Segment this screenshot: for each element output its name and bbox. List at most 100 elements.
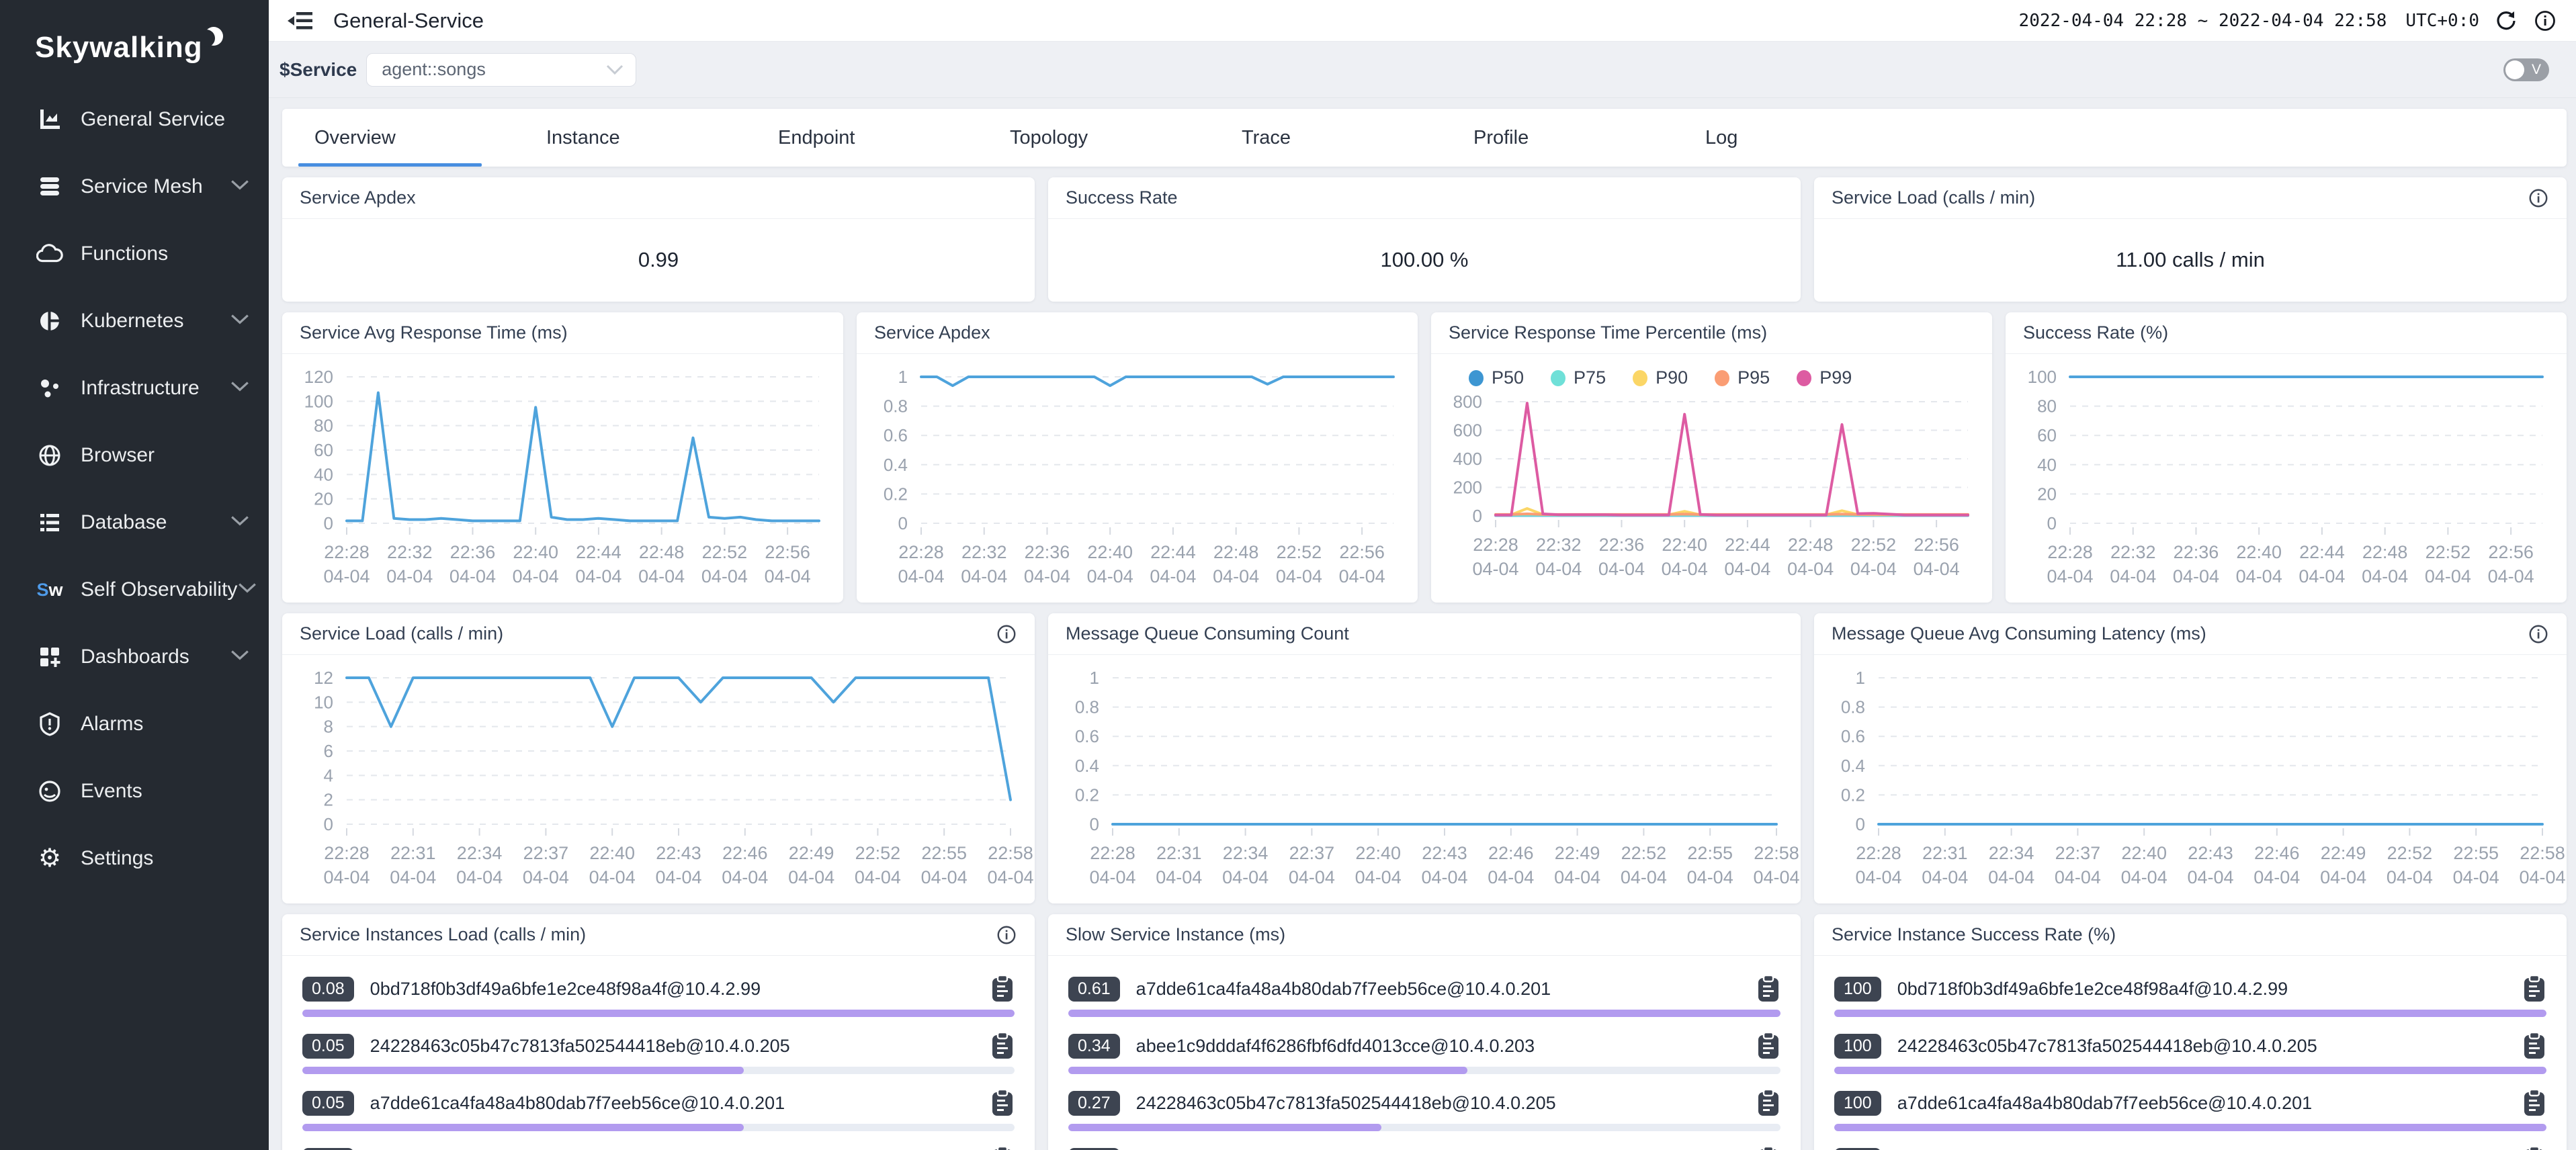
value-badge: 0.27 bbox=[1068, 1091, 1120, 1116]
info-icon[interactable] bbox=[2533, 9, 2557, 33]
svg-text:22:44: 22:44 bbox=[2299, 542, 2345, 562]
svg-text:22:55: 22:55 bbox=[921, 843, 967, 863]
sidebar-item-self-observability[interactable]: SwSelf Observability bbox=[0, 556, 269, 623]
clipboard-icon[interactable] bbox=[990, 974, 1015, 1004]
svg-text:800: 800 bbox=[1453, 392, 1482, 412]
clipboard-icon[interactable] bbox=[990, 1145, 1015, 1150]
legend-entry-p95[interactable]: P95 bbox=[1715, 367, 1770, 388]
sidebar-item-infrastructure[interactable]: Infrastructure bbox=[0, 355, 269, 422]
svg-text:04-04: 04-04 bbox=[2110, 566, 2156, 586]
sidebar-item-label: Service Mesh bbox=[81, 175, 230, 198]
chart-card-message-queue-avg-consuming-latency-ms: Message Queue Avg Consuming Latency (ms)… bbox=[1814, 613, 2567, 903]
clipboard-icon[interactable] bbox=[1756, 1031, 1780, 1061]
clipboard-icon[interactable] bbox=[990, 1088, 1015, 1118]
info-icon[interactable] bbox=[996, 924, 1017, 946]
svg-text:22:58: 22:58 bbox=[988, 843, 1033, 863]
legend-entry-p75[interactable]: P75 bbox=[1551, 367, 1606, 388]
sidebar-item-database[interactable]: Database bbox=[0, 489, 269, 556]
legend-entry-p90[interactable]: P90 bbox=[1633, 367, 1688, 388]
list-item: 100 24228463c05b47c7813fa502544418eb@10.… bbox=[1834, 1032, 2546, 1074]
card-header: Service Load (calls / min) bbox=[1814, 177, 2567, 219]
svg-text:04-04: 04-04 bbox=[921, 867, 968, 887]
card-header: Service Instance Success Rate (%) bbox=[1814, 914, 2567, 956]
card-title: Service Instances Load (calls / min) bbox=[300, 924, 586, 945]
svg-text:22:46: 22:46 bbox=[2254, 843, 2300, 863]
svg-text:40: 40 bbox=[2037, 455, 2057, 475]
sidebar-item-dashboards[interactable]: Dashboards bbox=[0, 623, 269, 691]
svg-text:1: 1 bbox=[898, 367, 908, 387]
clipboard-icon[interactable] bbox=[2522, 1088, 2546, 1118]
tab-endpoint[interactable]: Endpoint bbox=[746, 109, 978, 167]
tab-profile[interactable]: Profile bbox=[1441, 109, 1673, 167]
svg-text:200: 200 bbox=[1453, 478, 1482, 498]
list-item: 100 0bd718f0b3df49a6bfe1e2ce48f98a4f@10.… bbox=[1834, 975, 2546, 1017]
clipboard-icon[interactable] bbox=[2522, 1031, 2546, 1061]
card-header: Message Queue Consuming Count bbox=[1048, 613, 1801, 655]
line-chart: 02040608010012022:2804-0422:3204-0422:36… bbox=[282, 354, 843, 601]
svg-text:04-04: 04-04 bbox=[2253, 867, 2300, 887]
card-title: Service Avg Response Time (ms) bbox=[300, 322, 568, 343]
value-badge: 0.61 bbox=[1068, 977, 1120, 1002]
svg-text:22:37: 22:37 bbox=[1289, 843, 1335, 863]
svg-text:22:58: 22:58 bbox=[1754, 843, 1799, 863]
chart-card-service-load-calls-min: Service Load (calls / min) 02468101222:2… bbox=[282, 613, 1035, 903]
tab-log[interactable]: Log bbox=[1673, 109, 1905, 167]
list-item: 0.08 0bd718f0b3df49a6bfe1e2ce48f98a4f@10… bbox=[302, 975, 1015, 1017]
clipboard-icon[interactable] bbox=[2522, 974, 2546, 1004]
chevron-down-icon bbox=[230, 377, 250, 400]
svg-text:04-04: 04-04 bbox=[2121, 867, 2167, 887]
legend-entry-p99[interactable]: P99 bbox=[1797, 367, 1852, 388]
sidebar-item-service-mesh[interactable]: Service Mesh bbox=[0, 153, 269, 220]
list-item: 0.01 0bd718f0b3df49a6bfe1e2ce48f98a4f@10… bbox=[1068, 1146, 1780, 1150]
list-item: 0.05 24228463c05b47c7813fa502544418eb@10… bbox=[302, 1032, 1015, 1074]
refresh-icon[interactable] bbox=[2494, 9, 2518, 33]
sidebar-menu: General Service Service Mesh Functions Kube… bbox=[0, 86, 269, 892]
svg-text:04-04: 04-04 bbox=[1914, 559, 1960, 579]
svg-text:22:32: 22:32 bbox=[387, 542, 433, 562]
legend-label: P75 bbox=[1574, 367, 1606, 388]
sidebar-item-functions[interactable]: Functions bbox=[0, 220, 269, 288]
clipboard-icon[interactable] bbox=[1756, 974, 1780, 1004]
value-badge: 100 bbox=[1834, 1034, 1881, 1059]
list-item: 100 abee1c9dddaf4f6286fbf6dfd4013cce@10.… bbox=[1834, 1146, 2546, 1150]
info-icon[interactable] bbox=[2528, 187, 2549, 209]
sidebar-item-label: Kubernetes bbox=[81, 310, 230, 333]
tab-instance[interactable]: Instance bbox=[514, 109, 746, 167]
svg-text:100: 100 bbox=[2028, 367, 2057, 387]
service-select[interactable]: agent::songs bbox=[366, 53, 636, 87]
tab-trace[interactable]: Trace bbox=[1209, 109, 1441, 167]
chart-card-service-avg-response-time-ms: Service Avg Response Time (ms) 020406080… bbox=[282, 312, 843, 603]
sidebar-item-browser[interactable]: Browser bbox=[0, 422, 269, 489]
line-chart: 00.20.40.60.8122:2804-0422:3104-0422:340… bbox=[1814, 655, 2567, 902]
sidebar-item-settings[interactable]: ⚙Settings bbox=[0, 825, 269, 892]
clipboard-icon[interactable] bbox=[1756, 1145, 1780, 1150]
sidebar-item-events[interactable]: Events bbox=[0, 758, 269, 825]
tab-overview[interactable]: Overview bbox=[282, 109, 514, 167]
card-header: Service Load (calls / min) bbox=[282, 613, 1035, 655]
svg-text:04-04: 04-04 bbox=[1087, 566, 1133, 586]
svg-text:04-04: 04-04 bbox=[2055, 867, 2101, 887]
svg-text:6: 6 bbox=[324, 741, 333, 761]
svg-text:22:28: 22:28 bbox=[1856, 843, 1901, 863]
legend-entry-p50[interactable]: P50 bbox=[1469, 367, 1524, 388]
clipboard-icon[interactable] bbox=[2522, 1145, 2546, 1150]
time-range-picker[interactable]: 2022-04-04 22:28 ~ 2022-04-04 22:58 bbox=[2019, 11, 2387, 31]
menu-fold-icon[interactable] bbox=[286, 7, 316, 34]
svg-text:120: 120 bbox=[304, 367, 333, 387]
sidebar-item-general-service[interactable]: General Service bbox=[0, 86, 269, 153]
info-icon[interactable] bbox=[996, 623, 1017, 645]
gear-icon: ⚙ bbox=[36, 845, 63, 872]
sidebar-item-kubernetes[interactable]: Kubernetes bbox=[0, 288, 269, 355]
info-icon[interactable] bbox=[2528, 623, 2549, 645]
clipboard-icon[interactable] bbox=[990, 1031, 1015, 1061]
sidebar-item-alarms[interactable]: Alarms bbox=[0, 691, 269, 758]
toggle-knob bbox=[2505, 60, 2524, 79]
svg-text:04-04: 04-04 bbox=[1554, 867, 1600, 887]
svg-text:12: 12 bbox=[314, 668, 333, 688]
svg-text:04-04: 04-04 bbox=[638, 566, 685, 586]
svg-text:04-04: 04-04 bbox=[323, 566, 370, 586]
instance-list: 0.08 0bd718f0b3df49a6bfe1e2ce48f98a4f@10… bbox=[282, 956, 1035, 1150]
tab-topology[interactable]: Topology bbox=[978, 109, 1209, 167]
clipboard-icon[interactable] bbox=[1756, 1088, 1780, 1118]
version-toggle[interactable]: V bbox=[2503, 58, 2549, 81]
